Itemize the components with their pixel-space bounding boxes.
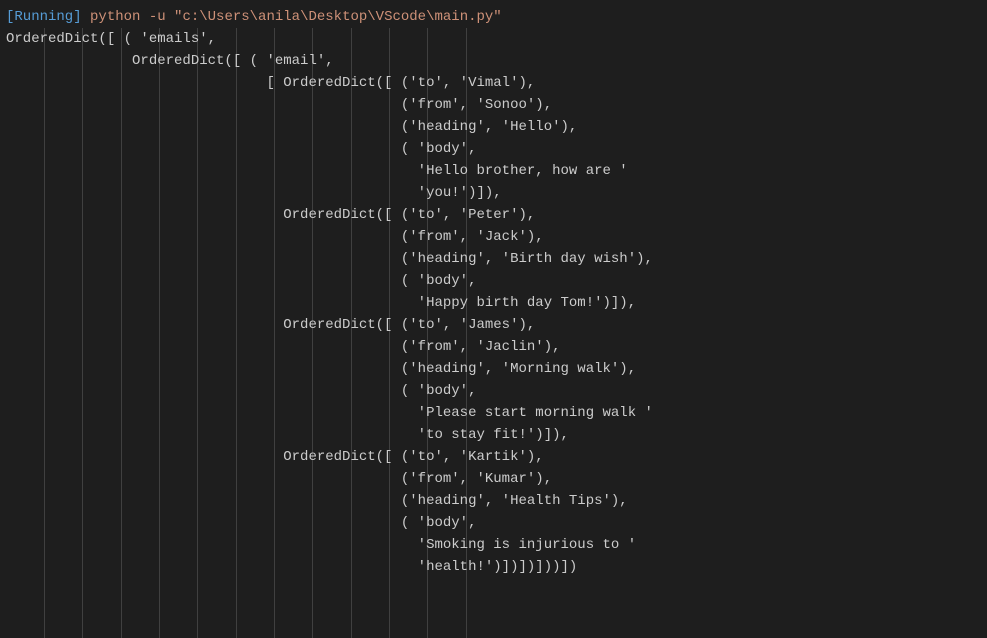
output-line: ('from', 'Jack'),	[6, 226, 987, 248]
output-line: [ OrderedDict([ ('to', 'Vimal'),	[6, 72, 987, 94]
output-line: ('heading', 'Morning walk'),	[6, 358, 987, 380]
output-lines: OrderedDict([ ( 'emails', OrderedDict([ …	[6, 28, 987, 578]
output-line: ('from', 'Sonoo'),	[6, 94, 987, 116]
command-text: python -u "c:\Users\anila\Desktop\VScode…	[90, 9, 502, 25]
output-line: OrderedDict([ ( 'emails',	[6, 28, 987, 50]
output-line: 'Happy birth day Tom!')]),	[6, 292, 987, 314]
output-line: OrderedDict([ ( 'email',	[6, 50, 987, 72]
output-line: 'health!')])])]))])	[6, 556, 987, 578]
output-line: ( 'body',	[6, 270, 987, 292]
output-line: ('heading', 'Birth day wish'),	[6, 248, 987, 270]
output-line: ( 'body',	[6, 380, 987, 402]
output-line: ('heading', 'Hello'),	[6, 116, 987, 138]
output-line: ( 'body',	[6, 138, 987, 160]
output-line: ('from', 'Jaclin'),	[6, 336, 987, 358]
output-line: ('from', 'Kumar'),	[6, 468, 987, 490]
terminal-output[interactable]: [Running] python -u "c:\Users\anila\Desk…	[6, 6, 987, 578]
output-line: 'you!')]),	[6, 182, 987, 204]
output-line: OrderedDict([ ('to', 'Peter'),	[6, 204, 987, 226]
status-tag: [Running]	[6, 9, 82, 25]
output-line: OrderedDict([ ('to', 'Kartik'),	[6, 446, 987, 468]
output-line: ( 'body',	[6, 512, 987, 534]
output-line: 'Please start morning walk '	[6, 402, 987, 424]
output-line: 'Hello brother, how are '	[6, 160, 987, 182]
output-line: 'Smoking is injurious to '	[6, 534, 987, 556]
output-line: 'to stay fit!')]),	[6, 424, 987, 446]
output-line: ('heading', 'Health Tips'),	[6, 490, 987, 512]
output-line: OrderedDict([ ('to', 'James'),	[6, 314, 987, 336]
